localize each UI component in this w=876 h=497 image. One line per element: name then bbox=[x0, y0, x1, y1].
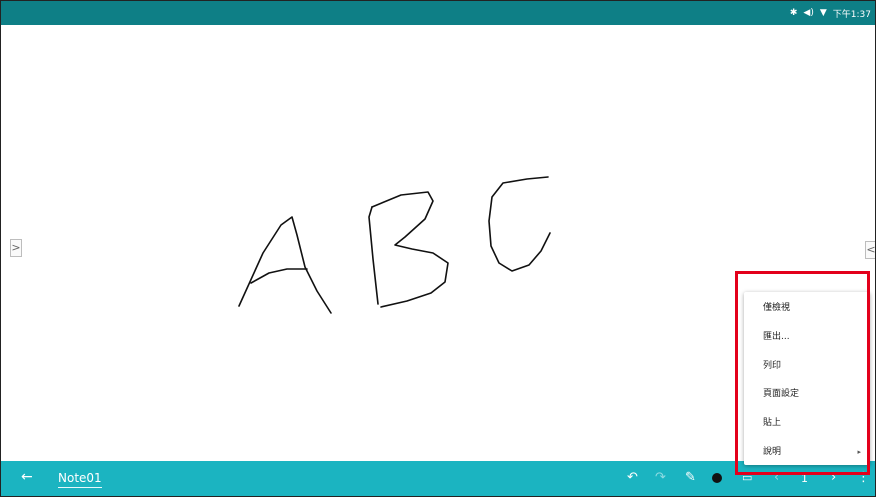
menu-item-help[interactable]: 說明 ▸ bbox=[763, 442, 861, 462]
insert-icon[interactable]: ▭ bbox=[742, 471, 752, 484]
chevron-right-icon: > bbox=[11, 241, 21, 254]
pen-color-swatch[interactable] bbox=[712, 473, 722, 483]
app-window: ✱ ◀) ▼ 下午1:37 > < ← Note01 ↶ ↷ ✎ ▭ ‹ 1 › bbox=[0, 0, 876, 497]
menu-item-label: 說明 bbox=[763, 447, 782, 457]
letter-b-bowls bbox=[371, 191, 449, 308]
page-number: 1 bbox=[801, 472, 808, 485]
note-title[interactable]: Note01 bbox=[58, 471, 102, 488]
undo-icon[interactable]: ↶ bbox=[627, 470, 638, 485]
menu-item-label: 匯出... bbox=[763, 332, 790, 342]
more-options-icon[interactable]: ⋮ bbox=[857, 470, 870, 485]
bottom-toolbar: ← Note01 ↶ ↷ ✎ ▭ ‹ 1 › ⋮ bbox=[1, 461, 875, 496]
menu-item-page-setup[interactable]: 頁面設定 bbox=[763, 384, 861, 404]
letter-c-stroke bbox=[488, 176, 551, 272]
menu-item-export[interactable]: 匯出... bbox=[763, 327, 861, 347]
menu-item-label: 僅檢視 bbox=[763, 303, 791, 313]
menu-item-label: 列印 bbox=[763, 361, 782, 371]
letter-b-stem bbox=[368, 206, 379, 305]
overflow-menu: 僅檢視 匯出... 列印 頁面設定 貼上 說明 ▸ bbox=[744, 292, 870, 465]
redo-icon[interactable]: ↷ bbox=[655, 470, 666, 485]
menu-item-print[interactable]: 列印 bbox=[763, 356, 861, 376]
submenu-arrow-icon: ▸ bbox=[857, 448, 861, 456]
menu-item-paste[interactable]: 貼上 bbox=[763, 413, 861, 433]
right-panel-toggle[interactable]: < bbox=[865, 241, 876, 259]
next-page-icon[interactable]: › bbox=[831, 470, 836, 485]
menu-item-label: 頁面設定 bbox=[763, 389, 800, 399]
pen-icon[interactable]: ✎ bbox=[685, 470, 696, 485]
previous-page-icon[interactable]: ‹ bbox=[774, 470, 779, 485]
back-icon[interactable]: ← bbox=[21, 469, 33, 485]
menu-item-view-only[interactable]: 僅檢視 bbox=[763, 298, 861, 318]
left-panel-toggle[interactable]: > bbox=[10, 239, 22, 257]
chevron-left-icon: < bbox=[866, 243, 876, 256]
letter-a-crossbar bbox=[250, 268, 308, 284]
letter-a-stroke bbox=[238, 216, 332, 314]
menu-item-label: 貼上 bbox=[763, 418, 782, 428]
